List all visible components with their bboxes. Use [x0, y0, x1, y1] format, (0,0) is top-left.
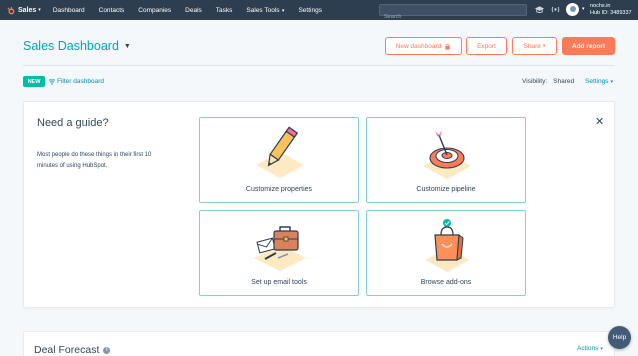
briefcase-icon: [254, 226, 306, 271]
tile-customize-properties[interactable]: Customize properties: [199, 117, 359, 203]
filter-dashboard-label: Filter dashboard: [57, 78, 104, 85]
target-icon: [423, 130, 471, 179]
tile-label: Customize properties: [245, 186, 313, 193]
new-dashboard-label: New dashboard: [395, 42, 442, 50]
new-dashboard-button[interactable]: New dashboard: [385, 37, 462, 55]
chevron-down-icon: ▾: [280, 7, 285, 14]
filter-icon: [49, 79, 55, 84]
nav-item-settings[interactable]: Settings: [298, 7, 322, 14]
hubspot-logo-icon: [7, 6, 15, 14]
share-label: Share: [523, 42, 541, 50]
pencil-icon: [256, 126, 304, 178]
actions-label: Actions: [577, 345, 599, 352]
academy-icon[interactable]: [534, 4, 545, 15]
filter-dashboard-link[interactable]: Filter dashboard: [49, 78, 104, 85]
nav-item-dashboard[interactable]: Dashboard: [53, 7, 85, 14]
tile-customize-pipeline[interactable]: Customize pipeline: [366, 117, 526, 203]
deal-forecast-title: Deal Forecast i: [34, 344, 111, 356]
nav-item-sales-tools-label: Sales Tools: [246, 6, 280, 14]
top-nav: Sales ▾ Dashboard Contacts Companies Dea…: [0, 0, 638, 22]
guide-description: Most people do these things in their fir…: [37, 152, 152, 169]
search-box: [379, 4, 527, 22]
nav-item-tasks[interactable]: Tasks: [216, 7, 233, 14]
nav-items: Dashboard Contacts Companies Deals Tasks…: [53, 7, 336, 14]
chevron-down-icon: ▾: [610, 79, 614, 85]
tile-set-up-email-tools[interactable]: Set up email tools: [199, 210, 359, 296]
actions-dropdown[interactable]: Actions ▾: [577, 345, 603, 352]
close-icon[interactable]: ✕: [595, 115, 604, 128]
search-input[interactable]: [380, 12, 526, 22]
new-badge: NEW: [23, 76, 45, 87]
info-icon[interactable]: i: [103, 346, 111, 354]
calling-icon[interactable]: [550, 4, 561, 15]
header-divider: [23, 65, 615, 66]
nav-item-companies[interactable]: Companies: [138, 7, 171, 14]
account-name: nochs.in: [590, 3, 611, 9]
deal-forecast-title-text: Deal Forecast: [34, 344, 100, 356]
deal-forecast-card: Deal Forecast i Actions ▾: [23, 331, 615, 356]
visibility-label: Visibility:: [522, 78, 548, 85]
account-info[interactable]: nochs.in Hub ID: 3489337: [590, 3, 632, 17]
guide-card: Need a guide? Most people do these thing…: [23, 101, 615, 308]
chevron-down-icon: ▾: [600, 346, 603, 352]
avatar[interactable]: [566, 3, 579, 16]
chevron-down-icon: ▾: [38, 7, 41, 13]
help-button[interactable]: Help: [608, 326, 631, 349]
brand-menu[interactable]: Sales ▾: [6, 0, 41, 20]
shopping-bag-icon: [425, 219, 469, 272]
brand-label: Sales: [18, 6, 37, 14]
chevron-down-icon[interactable]: ▾: [582, 6, 585, 12]
nav-item-deals[interactable]: Deals: [185, 7, 202, 14]
settings-label: Settings: [585, 78, 609, 85]
chevron-down-icon: ▼: [123, 42, 131, 50]
tile-label: Customize pipeline: [416, 186, 476, 193]
add-report-button[interactable]: Add report: [562, 37, 615, 55]
settings-dropdown[interactable]: Settings ▾: [585, 78, 613, 85]
visibility-value: Shared: [553, 78, 575, 85]
tile-label: Browse add-ons: [420, 279, 472, 286]
chevron-down-icon: ▾: [542, 43, 546, 49]
share-button[interactable]: Share ▾: [512, 37, 557, 55]
guide-title: Need a guide?: [37, 117, 109, 129]
hub-id: Hub ID: 3489337: [590, 10, 632, 16]
nav-item-contacts[interactable]: Contacts: [99, 7, 125, 14]
tile-browse-add-ons[interactable]: Browse add-ons: [366, 210, 526, 296]
visibility-setting: Visibility: Shared: [522, 78, 574, 85]
export-button[interactable]: Export: [466, 37, 507, 55]
page-title-text: Sales Dashboard: [23, 39, 119, 53]
lock-icon: [445, 43, 450, 50]
tile-label: Set up email tools: [251, 279, 307, 286]
page-title[interactable]: Sales Dashboard ▼: [23, 39, 131, 53]
nav-item-sales-tools[interactable]: Sales Tools ▾: [246, 7, 284, 14]
